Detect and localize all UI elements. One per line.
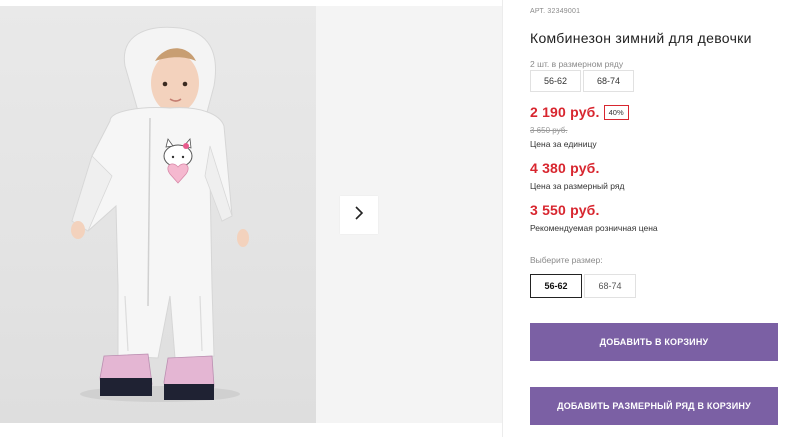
article-number: АРТ. 32349001 bbox=[530, 8, 581, 15]
product-gallery bbox=[0, 6, 502, 423]
discount-badge: 40% bbox=[603, 104, 629, 120]
size-row-note: 2 шт. в размерном ряду bbox=[530, 59, 624, 69]
size-row-chip: 56-62 bbox=[530, 70, 581, 92]
next-photo-preview bbox=[316, 6, 502, 423]
size-row-chips: 56-62 68-74 bbox=[530, 70, 636, 92]
baby-jumpsuit-image bbox=[71, 26, 249, 402]
add-size-row-to-cart-button[interactable]: ДОБАВИТЬ РАЗМЕРНЫЙ РЯД В КОРЗИНУ bbox=[530, 387, 778, 425]
old-price: 3 650 руб. bbox=[530, 126, 568, 135]
product-title: Комбинезон зимний для девочки bbox=[530, 30, 752, 46]
size-option-68-74[interactable]: 68-74 bbox=[584, 274, 636, 298]
row-price: 4 380 руб. bbox=[530, 160, 600, 176]
size-options: 56-62 68-74 bbox=[530, 274, 638, 298]
panel-divider bbox=[502, 0, 503, 437]
product-photo bbox=[0, 6, 316, 423]
row-price-caption: Цена за размерный ряд bbox=[530, 181, 625, 191]
unit-price-caption: Цена за единицу bbox=[530, 139, 597, 149]
chevron-right-icon bbox=[352, 205, 366, 225]
size-option-56-62[interactable]: 56-62 bbox=[530, 274, 582, 298]
retail-price: 3 550 руб. bbox=[530, 202, 600, 218]
unit-price: 2 190 руб. bbox=[530, 104, 600, 120]
size-select-label: Выберите размер: bbox=[530, 255, 603, 265]
unit-price-row: 2 190 руб. 40% bbox=[530, 104, 629, 120]
add-to-cart-button[interactable]: ДОБАВИТЬ В КОРЗИНУ bbox=[530, 323, 778, 361]
gallery-next-button[interactable] bbox=[340, 196, 378, 234]
retail-price-caption: Рекомендуемая розничная цена bbox=[530, 223, 658, 233]
size-row-chip: 68-74 bbox=[583, 70, 634, 92]
product-info-panel: АРТ. 32349001 Комбинезон зимний для дево… bbox=[530, 0, 790, 437]
